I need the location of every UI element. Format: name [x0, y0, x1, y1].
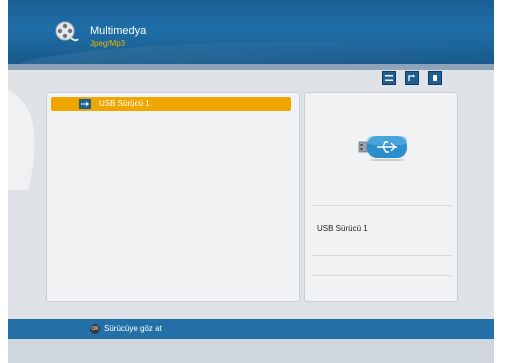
detail-drive-name: USB Sürücü 1 [317, 224, 368, 233]
grid-view-icon [385, 75, 393, 81]
app-subtitle: Jpeg/Mp3 [90, 39, 126, 48]
file-list-panel: USB Sürücü 1 [46, 92, 300, 302]
footer-hint: Sürücüye göz at [104, 324, 162, 333]
info-icon [433, 75, 437, 81]
header-bar: Multimedya Jpeg/Mp3 [8, 0, 494, 72]
ok-button-icon[interactable]: OK [90, 324, 100, 334]
app-title: Multimedya [90, 25, 147, 37]
screen: Multimedya Jpeg/Mp3 USB Sürücü 1 USB Sür… [8, 0, 494, 363]
detail-divider [311, 275, 451, 276]
grid-view-button[interactable] [382, 71, 396, 85]
usb-drive-icon [358, 136, 407, 161]
return-button[interactable] [405, 71, 419, 85]
info-button[interactable] [428, 71, 442, 85]
toolbar [382, 71, 442, 85]
usb-icon [79, 99, 91, 109]
list-item-usb-drive-1[interactable]: USB Sürücü 1 [51, 97, 291, 111]
footer-strip [8, 339, 494, 363]
detail-divider [311, 205, 451, 206]
return-icon [408, 74, 415, 81]
details-panel: USB Sürücü 1 [304, 92, 458, 302]
film-reel-icon [55, 21, 79, 42]
footer-bar [8, 319, 494, 339]
list-item-label: USB Sürücü 1 [99, 99, 150, 108]
detail-divider [311, 255, 451, 256]
